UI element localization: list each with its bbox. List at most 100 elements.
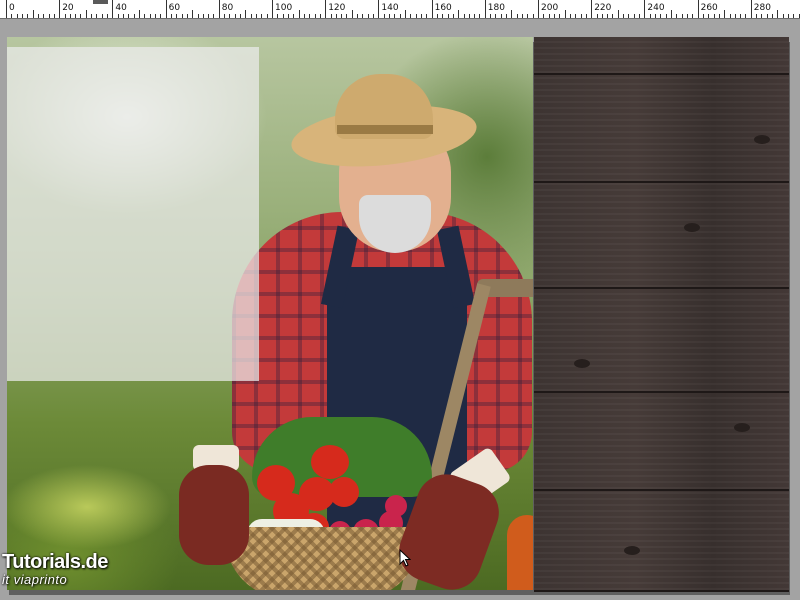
ruler-minor-tick	[293, 14, 295, 18]
ruler-minor-tick	[250, 14, 252, 18]
ruler-minor-tick	[181, 14, 183, 18]
ruler-label: 240	[647, 3, 665, 13]
ruler-major-tick	[750, 0, 752, 18]
ruler-major-tick	[431, 0, 433, 18]
ruler-minor-tick	[569, 14, 571, 18]
watermark-title: Tutorials.de	[2, 551, 108, 573]
ruler-minor-tick	[724, 10, 726, 18]
ruler-major-tick	[218, 0, 220, 18]
ruler-minor-tick	[442, 14, 444, 18]
ruler-minor-tick	[761, 14, 763, 18]
ruler-minor-tick	[772, 14, 774, 18]
ruler-label: 120	[328, 3, 346, 13]
radish	[385, 495, 407, 517]
ruler-label: 160	[434, 3, 452, 13]
ruler-minor-tick	[149, 14, 151, 18]
ruler-minor-tick	[96, 14, 98, 18]
ruler-label: 280	[753, 3, 771, 13]
ruler-minor-tick	[186, 14, 188, 18]
wood-plank	[534, 393, 789, 491]
wood-knot	[734, 423, 750, 432]
ruler-minor-tick	[389, 14, 391, 18]
ruler-minor-tick	[197, 14, 199, 18]
ruler-label: 20	[62, 3, 74, 13]
ruler-minor-tick	[351, 10, 353, 18]
ruler-minor-tick	[596, 14, 598, 18]
ruler-major-tick	[272, 0, 273, 18]
ruler-minor-tick	[676, 14, 678, 18]
ruler-minor-tick	[468, 14, 470, 18]
glove-left	[179, 465, 249, 565]
ruler-minor-tick	[298, 10, 300, 18]
ruler-minor-tick	[160, 14, 162, 18]
tomato	[311, 445, 349, 479]
ruler-minor-tick	[506, 14, 508, 18]
ruler-major-tick	[697, 0, 699, 18]
ruler-minor-tick	[240, 14, 242, 18]
ruler-minor-tick	[415, 14, 417, 18]
ruler-minor-tick	[782, 14, 784, 18]
ruler-minor-tick	[734, 14, 736, 18]
ruler-minor-tick	[208, 14, 210, 18]
ruler-minor-tick	[410, 14, 412, 18]
ruler-minor-tick	[341, 14, 343, 18]
ruler-minor-tick	[224, 14, 226, 18]
translucent-text-frame[interactable]	[7, 47, 259, 381]
ruler-minor-tick	[117, 14, 119, 18]
ruler-minor-tick	[495, 14, 497, 18]
ruler-minor-tick	[559, 14, 561, 18]
ruler-minor-tick	[447, 14, 449, 18]
ruler-minor-tick	[665, 14, 667, 18]
wood-knot	[624, 546, 640, 555]
ruler-minor-tick	[452, 14, 454, 18]
ruler-minor-tick	[282, 14, 284, 18]
ruler-minor-tick	[522, 14, 524, 18]
ruler-minor-tick	[69, 14, 71, 18]
ruler-minor-tick	[335, 14, 337, 18]
ruler-major-tick	[484, 0, 486, 18]
ruler-minor-tick	[745, 14, 747, 18]
ruler-minor-tick	[64, 14, 66, 18]
wood-plank	[534, 75, 789, 183]
ruler-minor-tick	[314, 14, 316, 18]
ruler-minor-tick	[234, 14, 236, 18]
ruler-minor-tick	[43, 14, 45, 18]
ruler-label: 60	[168, 3, 181, 13]
hat-band	[337, 125, 433, 134]
ruler-minor-tick	[511, 10, 513, 18]
ruler-minor-tick	[729, 14, 731, 18]
ruler-minor-tick	[27, 14, 29, 18]
ruler-minor-tick	[420, 14, 422, 18]
ruler-minor-tick	[229, 14, 231, 18]
ruler-minor-tick	[633, 14, 635, 18]
ruler-minor-tick	[309, 14, 311, 18]
ruler-minor-tick	[144, 14, 146, 18]
ruler-minor-tick	[53, 14, 55, 18]
ruler-minor-tick	[681, 14, 683, 18]
ruler-minor-tick	[75, 14, 77, 18]
ruler-major-tick	[112, 0, 114, 18]
ruler-minor-tick	[490, 14, 492, 18]
wood-knot	[574, 359, 590, 368]
horizontal-ruler[interactable]: 0 20 40 60 80 100 120 140 160 180 200 220 240 260 280	[0, 0, 800, 19]
ruler-minor-tick	[777, 10, 779, 18]
wood-panel[interactable]	[534, 37, 789, 592]
wood-plank	[534, 183, 789, 289]
ruler-minor-tick	[383, 14, 385, 18]
ruler-minor-tick	[708, 14, 710, 18]
ruler-minor-tick	[362, 14, 364, 18]
ruler-minor-tick	[287, 14, 289, 18]
ruler-label: 0	[9, 3, 15, 13]
ruler-marker	[93, 0, 108, 4]
ruler-minor-tick	[213, 14, 215, 18]
ruler-minor-tick	[85, 10, 87, 18]
ruler-label: 260	[700, 3, 718, 13]
ruler-minor-tick	[154, 14, 156, 18]
ruler-minor-tick	[713, 14, 715, 18]
ruler-minor-tick	[458, 10, 460, 18]
ruler-major-tick	[6, 0, 7, 18]
wood-knot	[684, 223, 700, 232]
ruler-minor-tick	[788, 14, 790, 18]
ruler-minor-tick	[373, 14, 375, 18]
ruler-minor-tick	[686, 14, 688, 18]
